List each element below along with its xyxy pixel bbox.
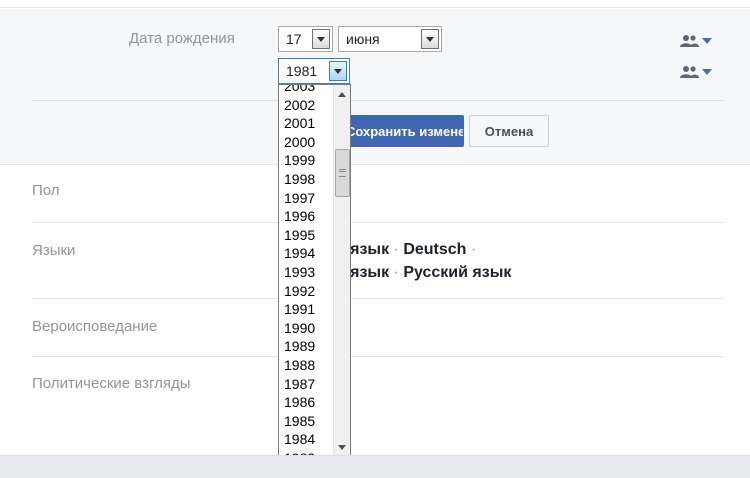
birthdate-label: Дата рождения [129, 30, 235, 47]
religion-label: Вероисповедание [32, 318, 158, 335]
section-header-band [0, 0, 750, 8]
row-divider [32, 298, 724, 299]
year-options: 2003 2002 2001 2000 1999 1998 1997 1996 1995 1994… [279, 85, 335, 455]
birth-day-select[interactable]: 17 [278, 26, 333, 52]
friends-audience-icon [680, 66, 699, 78]
year-option[interactable]: 1998 [279, 170, 335, 189]
language-item[interactable]: Deutsch [403, 241, 466, 258]
year-dropdown-list[interactable]: 2003 2002 2001 2000 1999 1998 1997 1996 1995 1994… [278, 84, 351, 455]
year-option[interactable]: 2000 [279, 133, 335, 152]
year-option[interactable]: 1999 [279, 151, 335, 170]
year-option[interactable]: 1992 [279, 282, 335, 301]
row-divider [32, 356, 724, 357]
gender-label: Пол [32, 182, 60, 199]
year-option[interactable]: 1987 [279, 375, 335, 394]
political-views-label: Политические взгляды [32, 375, 191, 392]
chevron-down-icon[interactable] [329, 61, 347, 81]
save-changes-button[interactable]: Сохранить изменения [333, 115, 464, 147]
birth-day-value: 17 [286, 31, 302, 47]
birth-month-select[interactable]: июня [338, 26, 442, 52]
year-option[interactable]: 1990 [279, 319, 335, 338]
scroll-up-arrow-icon[interactable] [338, 92, 346, 97]
birth-month-value: июня [346, 31, 380, 47]
year-option[interactable]: 2001 [279, 114, 335, 133]
friends-audience-icon [680, 35, 699, 47]
chevron-down-icon[interactable] [312, 29, 330, 49]
birth-year-value: 1981 [286, 63, 318, 79]
year-option[interactable]: 1986 [279, 393, 335, 412]
year-option[interactable]: 1991 [279, 300, 335, 319]
audience-selector-year[interactable] [680, 65, 714, 79]
languages-label: Языки [32, 242, 76, 259]
year-option[interactable]: 1994 [279, 244, 335, 263]
year-option[interactable]: 2002 [279, 96, 335, 115]
year-option[interactable]: 2003 [279, 85, 335, 96]
year-option[interactable]: 1985 [279, 412, 335, 431]
language-item[interactable]: Русский язык [403, 264, 511, 281]
cancel-button[interactable]: Отмена [469, 115, 549, 147]
chevron-down-icon[interactable] [421, 29, 439, 49]
scrollbar-thumb[interactable] [335, 149, 350, 197]
year-option[interactable]: 1984 [279, 430, 335, 449]
year-option[interactable]: 1989 [279, 337, 335, 356]
audience-selector-date[interactable] [680, 34, 714, 48]
year-option[interactable]: 1997 [279, 189, 335, 208]
scroll-down-arrow-icon[interactable] [338, 445, 346, 450]
profile-about-card: Дата рождения 17 июня 1981 Сохранить изм… [0, 0, 750, 456]
year-option[interactable]: 1988 [279, 356, 335, 375]
row-divider [32, 222, 724, 223]
year-option[interactable]: 1996 [279, 207, 335, 226]
year-option[interactable]: 1983 [279, 449, 335, 455]
year-option[interactable]: 1993 [279, 263, 335, 282]
chevron-down-icon [702, 38, 712, 44]
edit-area-divider [32, 100, 724, 101]
year-option[interactable]: 1995 [279, 226, 335, 245]
chevron-down-icon [702, 69, 712, 75]
dropdown-scrollbar[interactable] [333, 85, 350, 455]
birth-year-select[interactable]: 1981 [278, 58, 350, 84]
